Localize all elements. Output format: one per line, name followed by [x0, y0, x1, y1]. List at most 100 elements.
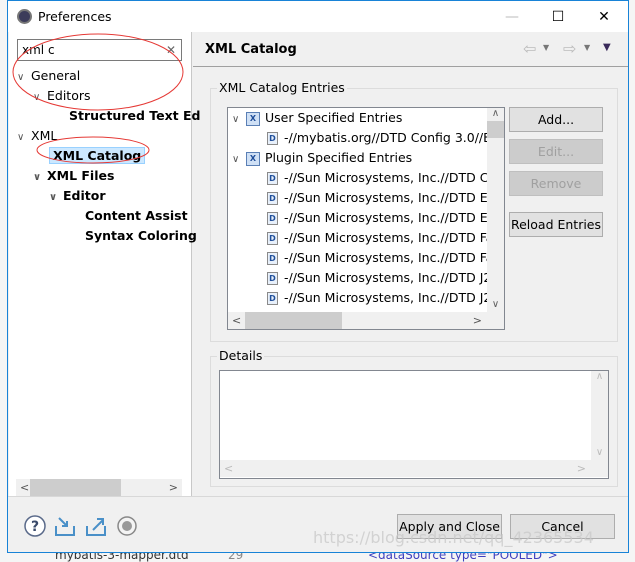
scrollbar-thumb[interactable]: [245, 312, 342, 329]
entry-row[interactable]: D -//Sun Microsystems, Inc.//DTD J2I: [267, 288, 495, 308]
dtd-file-icon: D: [267, 132, 278, 145]
record-icon[interactable]: [115, 514, 139, 538]
chevron-down-icon[interactable]: ∨: [232, 110, 246, 130]
entry-plugin-specified[interactable]: ∨ X Plugin Specified Entries: [232, 148, 412, 168]
dtd-file-icon: D: [267, 272, 278, 285]
details-horizontal-scrollbar[interactable]: < >: [220, 460, 608, 477]
scroll-left-icon[interactable]: <: [20, 481, 29, 494]
view-menu-icon[interactable]: ▼: [603, 42, 611, 53]
filter-input[interactable]: xml c ✕: [17, 39, 182, 61]
scrollbar-thumb[interactable]: [30, 479, 121, 496]
forward-arrow-icon[interactable]: ⇨: [563, 39, 576, 58]
tree-horizontal-scrollbar[interactable]: < >: [16, 479, 182, 496]
tree-label: XML Catalog: [49, 147, 146, 164]
tree-item-xml-files[interactable]: ∨ XML Files: [33, 166, 114, 186]
chevron-down-icon[interactable]: ∨: [33, 88, 47, 108]
entry-row[interactable]: D -//mybatis.org//DTD Config 3.0//E: [267, 128, 491, 148]
entry-label: -//Sun Microsystems, Inc.//DTD Fa: [284, 230, 494, 245]
catalog-entries-label: XML Catalog Entries: [217, 80, 347, 95]
tree-item-editor[interactable]: ∨ Editor: [49, 186, 106, 206]
chevron-down-icon[interactable]: ∨: [49, 188, 63, 208]
watermark: https://blog.csdn.net/qq_42365534: [313, 528, 594, 547]
scroll-up-icon[interactable]: ∧: [487, 108, 504, 119]
scrollbar-thumb[interactable]: [487, 121, 504, 138]
minimize-button[interactable]: —: [489, 1, 535, 32]
reload-entries-button[interactable]: Reload Entries: [509, 212, 603, 237]
entry-label: -//Sun Microsystems, Inc.//DTD En: [284, 190, 496, 205]
close-button[interactable]: ✕: [581, 1, 627, 32]
catalog-entries-tree[interactable]: ∨ X User Specified Entries D -//mybatis.org…: [227, 107, 505, 330]
dtd-file-icon: D: [267, 252, 278, 265]
import-icon[interactable]: [53, 514, 77, 538]
export-icon[interactable]: [84, 514, 108, 538]
chevron-down-icon[interactable]: ∨: [17, 68, 31, 88]
entry-row[interactable]: D -//Sun Microsystems, Inc.//DTD En: [267, 188, 496, 208]
scroll-down-icon[interactable]: ∨: [487, 299, 504, 310]
page-title: XML Catalog: [205, 42, 297, 57]
remove-button[interactable]: Remove: [509, 171, 603, 196]
tree-label: Structured Text Ed: [69, 108, 201, 123]
entries-vertical-scrollbar[interactable]: ∧ ∨: [487, 108, 504, 312]
entry-row[interactable]: D -//Sun Microsystems, Inc.//DTD J2I: [267, 268, 495, 288]
tree-item-structured-text-editors[interactable]: Structured Text Ed: [69, 106, 201, 126]
tree-item-syntax-coloring[interactable]: Syntax Coloring: [85, 226, 197, 246]
tree-label: General: [31, 68, 81, 83]
help-icon[interactable]: ?: [23, 514, 47, 538]
back-arrow-icon[interactable]: ⇦: [523, 39, 536, 58]
tree-label: Syntax Coloring: [85, 228, 197, 243]
chevron-down-icon[interactable]: ∨: [33, 168, 47, 188]
tree-label: Editors: [47, 88, 91, 103]
entry-row[interactable]: D -//Sun Microsystems, Inc.//DTD Co: [267, 168, 496, 188]
entry-user-specified[interactable]: ∨ X User Specified Entries: [232, 108, 402, 128]
scroll-left-icon[interactable]: <: [224, 462, 233, 475]
forward-menu-icon[interactable]: ▼: [584, 43, 590, 52]
scroll-down-icon[interactable]: ∨: [591, 447, 608, 458]
preference-tree-panel: xml c ✕ ∨ General ∨ Editors Structured Tex…: [9, 32, 201, 496]
dtd-file-icon: D: [267, 232, 278, 245]
tree-item-editors[interactable]: ∨ Editors: [33, 86, 91, 106]
preferences-dialog: Preferences — ☐ ✕ xml c ✕ ∨ General ∨ Edit…: [7, 0, 629, 553]
clear-filter-icon[interactable]: ✕: [166, 43, 176, 57]
tree-item-xml-catalog[interactable]: XML Catalog: [49, 146, 146, 166]
details-label: Details: [217, 348, 265, 363]
back-menu-icon[interactable]: ▼: [543, 43, 549, 52]
entry-label: -//Sun Microsystems, Inc.//DTD J2I: [284, 290, 496, 305]
catalog-icon: X: [246, 151, 260, 166]
dtd-file-icon: D: [267, 292, 278, 305]
eclipse-gear-icon: [17, 9, 32, 24]
tree-item-general[interactable]: ∨ General: [17, 66, 80, 86]
details-textarea[interactable]: ∧ ∨ < >: [219, 370, 609, 479]
maximize-button[interactable]: ☐: [535, 1, 581, 32]
tree-item-content-assist[interactable]: Content Assist: [85, 206, 188, 226]
chevron-down-icon[interactable]: ∨: [17, 128, 31, 148]
catalog-entries-group: XML Catalog Entries ∨ X User Specified Ent…: [210, 80, 618, 342]
title-bar: Preferences — ☐ ✕: [8, 1, 628, 32]
scroll-right-icon[interactable]: >: [473, 314, 482, 327]
scroll-up-icon[interactable]: ∧: [591, 371, 608, 382]
entry-row[interactable]: D -//Sun Microsystems, Inc.//DTD En: [267, 208, 496, 228]
svg-text:?: ?: [31, 519, 39, 535]
filter-input-value: xml c: [22, 43, 55, 57]
entry-label: -//Sun Microsystems, Inc.//DTD Fa: [284, 250, 494, 265]
details-vertical-scrollbar[interactable]: ∧ ∨: [591, 371, 608, 460]
add-button[interactable]: Add...: [509, 107, 603, 132]
dtd-file-icon: D: [267, 172, 278, 185]
entry-label: -//Sun Microsystems, Inc.//DTD Co: [284, 170, 497, 185]
tree-label: Content Assist: [85, 208, 188, 223]
entry-label: User Specified Entries: [265, 110, 403, 125]
page-header: XML Catalog ⇦ ▼ ⇨ ▼ ▼: [193, 32, 628, 67]
details-group: Details ∧ ∨ < >: [210, 348, 618, 487]
chevron-down-icon[interactable]: ∨: [232, 150, 246, 170]
entry-row[interactable]: D -//Sun Microsystems, Inc.//DTD Fa: [267, 228, 493, 248]
scroll-right-icon[interactable]: >: [169, 481, 178, 494]
scroll-left-icon[interactable]: <: [232, 314, 241, 327]
tree-label: XML Files: [47, 168, 115, 183]
entry-label: -//Sun Microsystems, Inc.//DTD J2I: [284, 270, 496, 285]
entries-horizontal-scrollbar[interactable]: < >: [228, 312, 504, 329]
footer-divider: [8, 496, 628, 497]
edit-button[interactable]: Edit...: [509, 139, 603, 164]
entry-row[interactable]: D -//Sun Microsystems, Inc.//DTD Fa: [267, 248, 493, 268]
entry-label: -//Sun Microsystems, Inc.//DTD En: [284, 210, 496, 225]
tree-item-xml[interactable]: ∨ XML: [17, 126, 57, 146]
scroll-right-icon[interactable]: >: [577, 462, 586, 475]
